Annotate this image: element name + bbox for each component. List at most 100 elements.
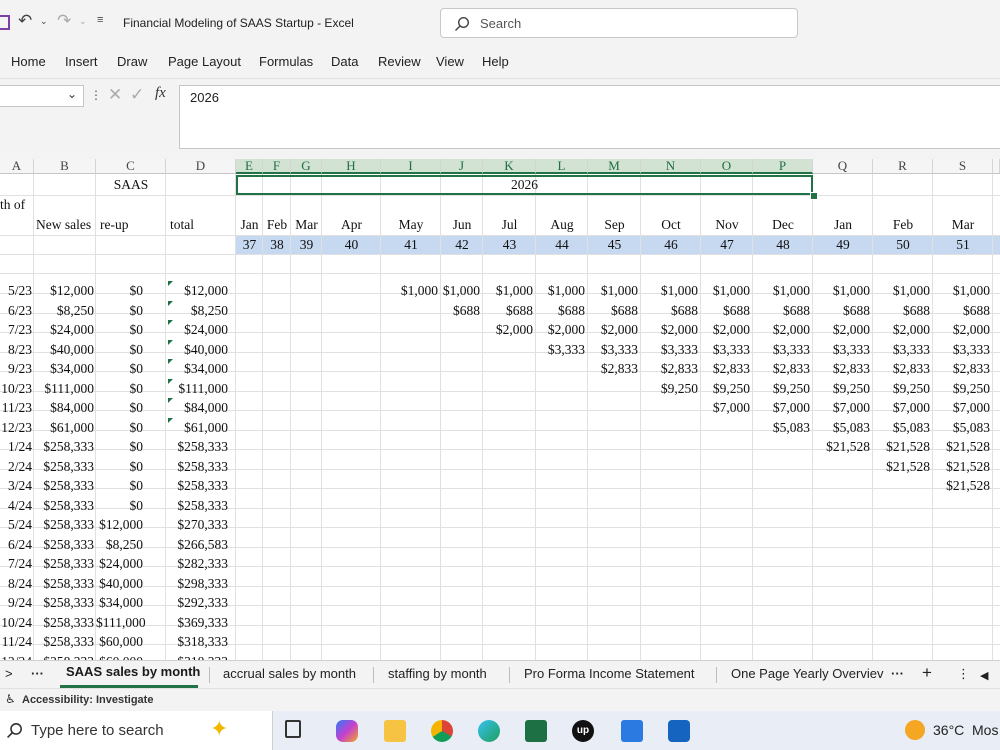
forecast-value-cell[interactable]: $1,000 <box>753 283 810 299</box>
menu-formulas[interactable]: Formulas <box>259 54 313 69</box>
month-number-cell[interactable]: 48 <box>753 237 813 253</box>
total-cell[interactable]: $61,000 <box>166 420 228 436</box>
copilot-icon[interactable] <box>336 720 358 742</box>
cancel-icon[interactable]: ✕ <box>108 85 122 105</box>
tab-scroll-next-icon[interactable]: > <box>5 666 13 681</box>
fill-handle[interactable] <box>810 192 818 200</box>
new-sales-cell[interactable]: $258,333 <box>34 478 94 494</box>
forecast-value-cell[interactable]: $7,000 <box>873 400 930 416</box>
date-cell[interactable]: 11/24 <box>0 634 32 650</box>
reup-cell[interactable]: $60,000 <box>96 634 143 650</box>
month-number-cell[interactable]: 46 <box>641 237 701 253</box>
error-indicator-icon[interactable] <box>168 301 173 306</box>
forecast-value-cell[interactable]: $7,000 <box>753 400 810 416</box>
date-cell[interactable]: 5/23 <box>0 283 32 299</box>
save-icon[interactable] <box>0 15 10 30</box>
month-number-cell[interactable]: 50 <box>873 237 933 253</box>
forecast-value-cell[interactable]: $7,000 <box>813 400 870 416</box>
month-label-cell[interactable]: Feb <box>263 217 291 233</box>
selected-range[interactable] <box>236 175 813 195</box>
total-cell[interactable]: $258,333 <box>166 478 228 494</box>
forecast-value-cell[interactable]: $2,000 <box>536 322 585 338</box>
search-box[interactable]: Search <box>440 8 798 38</box>
forecast-value-cell[interactable]: $5,083 <box>933 420 990 436</box>
reup-cell[interactable]: $0 <box>96 342 144 358</box>
total-cell[interactable]: $266,583 <box>166 537 228 553</box>
tab-scroll-left-icon[interactable]: ◀ <box>980 669 988 682</box>
date-cell[interactable]: 7/23 <box>0 322 32 338</box>
date-cell[interactable]: 9/24 <box>0 595 32 611</box>
accessibility-icon[interactable]: ♿ <box>5 692 16 706</box>
menu-help[interactable]: Help <box>482 54 509 69</box>
new-sales-cell[interactable]: $34,000 <box>34 361 94 377</box>
forecast-value-cell[interactable]: $3,333 <box>873 342 930 358</box>
reup-cell[interactable]: $40,000 <box>96 576 143 592</box>
new-sales-cell[interactable]: $258,333 <box>34 556 94 572</box>
forecast-value-cell[interactable]: $2,000 <box>701 322 750 338</box>
forecast-value-cell[interactable]: $9,250 <box>641 381 698 397</box>
month-label-cell[interactable]: Aug <box>536 217 588 233</box>
total-cell[interactable]: $282,333 <box>166 556 228 572</box>
reup-cell[interactable]: $12,000 <box>96 517 143 533</box>
forecast-value-cell[interactable]: $1,000 <box>701 283 750 299</box>
chevron-down-icon[interactable]: ⌄ <box>67 87 77 101</box>
column-header-e[interactable]: E <box>236 159 263 174</box>
redo-dropdown-icon[interactable]: ⌄ <box>79 16 87 27</box>
tab-staffing-by-month[interactable]: staffing by month <box>388 666 487 681</box>
date-cell[interactable]: 1/24 <box>0 439 32 455</box>
column-header-h[interactable]: H <box>322 159 381 174</box>
month-label-cell[interactable]: Mar <box>291 217 322 233</box>
store-icon[interactable] <box>621 720 643 742</box>
forecast-value-cell[interactable]: $7,000 <box>933 400 990 416</box>
forecast-value-cell[interactable]: $21,528 <box>933 439 990 455</box>
enter-icon[interactable]: ✓ <box>130 85 144 105</box>
column-header-j[interactable]: J <box>441 159 483 174</box>
forecast-value-cell[interactable]: $3,333 <box>813 342 870 358</box>
total-cell[interactable]: $258,333 <box>166 459 228 475</box>
date-cell[interactable]: 11/23 <box>0 400 32 416</box>
month-number-cell[interactable]: 49 <box>813 237 873 253</box>
date-cell[interactable]: 12/23 <box>0 420 32 436</box>
worksheet-grid[interactable]: ABCDEFGHIJKLMNOPQRS SAAS 2026 th of New … <box>0 159 1000 660</box>
undo-icon[interactable]: ↶ <box>18 11 32 31</box>
error-indicator-icon[interactable] <box>168 418 173 423</box>
forecast-value-cell[interactable]: $2,833 <box>753 361 810 377</box>
month-label-cell[interactable]: Apr <box>322 217 381 233</box>
error-indicator-icon[interactable] <box>168 340 173 345</box>
new-sales-cell[interactable]: $258,333 <box>34 634 94 650</box>
reup-cell[interactable]: $0 <box>96 478 144 494</box>
forecast-value-cell[interactable]: $9,250 <box>873 381 930 397</box>
tab-pro-forma-income-statement[interactable]: Pro Forma Income Statement <box>524 666 695 681</box>
forecast-value-cell[interactable]: $5,083 <box>753 420 810 436</box>
total-cell[interactable]: $111,000 <box>166 381 228 397</box>
month-number-cell[interactable]: 37 <box>236 237 263 253</box>
forecast-value-cell[interactable]: $21,528 <box>933 478 990 494</box>
error-indicator-icon[interactable] <box>168 359 173 364</box>
new-sales-cell[interactable]: $61,000 <box>34 420 94 436</box>
column-header-s[interactable]: S <box>933 159 993 174</box>
forecast-value-cell[interactable]: $688 <box>701 303 750 319</box>
excel-icon[interactable] <box>525 720 547 742</box>
month-number-cell[interactable]: 47 <box>701 237 753 253</box>
edge-icon[interactable] <box>478 720 500 742</box>
saas-header-cell[interactable]: SAAS <box>96 177 166 193</box>
add-sheet-icon[interactable]: + <box>922 663 932 683</box>
column-header-n[interactable]: N <box>641 159 701 174</box>
month-number-cell[interactable]: 43 <box>483 237 536 253</box>
reup-cell[interactable]: $0 <box>96 283 144 299</box>
weather-description[interactable]: Mos <box>972 722 998 738</box>
month-number-cell[interactable]: 42 <box>441 237 483 253</box>
new-sales-cell[interactable]: $24,000 <box>34 322 94 338</box>
month-number-cell[interactable]: 44 <box>536 237 588 253</box>
error-indicator-icon[interactable] <box>168 379 173 384</box>
menu-draw[interactable]: Draw <box>117 54 147 69</box>
new-sales-cell[interactable]: $258,333 <box>34 576 94 592</box>
month-number-cell[interactable]: 45 <box>588 237 641 253</box>
month-number-cell[interactable]: 39 <box>291 237 322 253</box>
forecast-value-cell[interactable]: $2,833 <box>813 361 870 377</box>
forecast-value-cell[interactable]: $1,000 <box>536 283 585 299</box>
month-label-cell[interactable]: Jan <box>236 217 263 233</box>
new-sales-cell[interactable]: $258,333 <box>34 439 94 455</box>
total-cell[interactable]: $12,000 <box>166 283 228 299</box>
date-cell[interactable]: 9/23 <box>0 361 32 377</box>
